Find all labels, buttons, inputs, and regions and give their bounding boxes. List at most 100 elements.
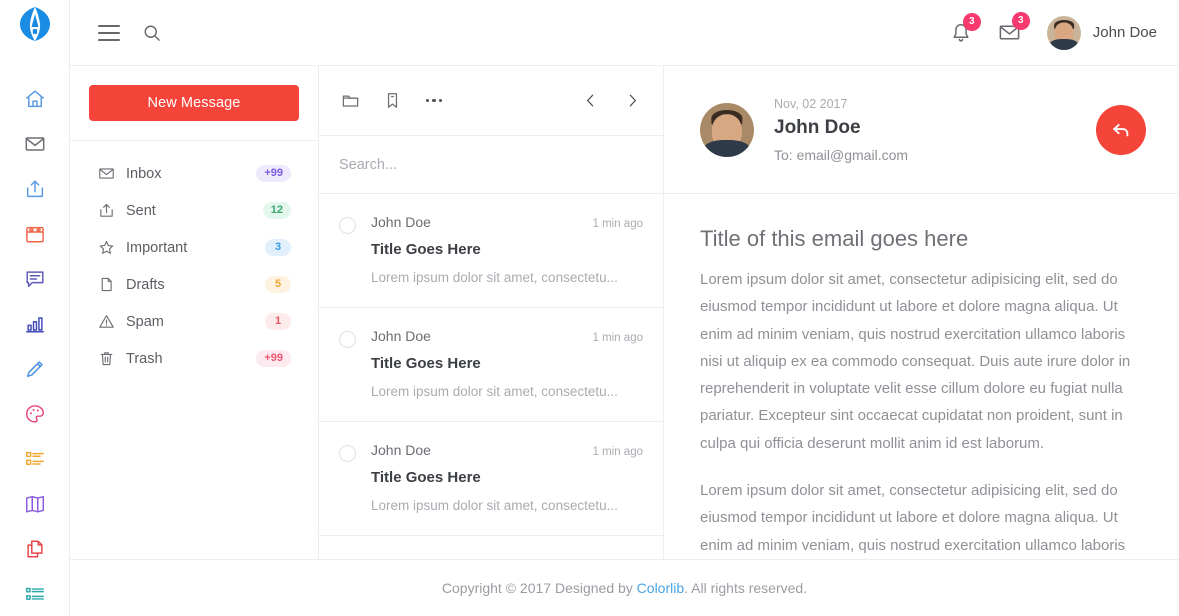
folder-badge: 3 — [265, 239, 291, 256]
toolbar-actions — [339, 90, 445, 112]
folder-badge: +99 — [256, 165, 291, 182]
folder-badge: 1 — [265, 313, 291, 330]
email-subject: Title Goes Here — [371, 241, 481, 258]
rail-item-analytics[interactable] — [0, 301, 70, 346]
email-summary: John Doe 1 min ago Title Goes Here Lorem… — [371, 328, 643, 399]
folder-label: Sent — [126, 202, 156, 219]
reader-body: Title of this email goes here Lorem ipsu… — [664, 194, 1179, 559]
search-icon[interactable] — [142, 23, 162, 43]
list-toolbar — [319, 66, 663, 136]
folder-item-trash[interactable]: Trash +99 — [70, 340, 318, 377]
header-right-controls: 3 3 John Doe — [950, 12, 1157, 50]
email-sender: John Doe — [371, 442, 431, 458]
rail-item-calendar[interactable] — [0, 211, 70, 256]
folder-item-inbox[interactable]: Inbox +99 — [70, 155, 318, 192]
rail-item-files[interactable] — [0, 526, 70, 571]
rail-item-library[interactable] — [0, 481, 70, 526]
email-preview: Lorem ipsum dolor sit amet, consectetu..… — [371, 498, 618, 513]
top-header: 3 3 John Doe — [70, 0, 1179, 66]
email-title: Title of this email goes here — [700, 226, 969, 251]
rail-item-mail[interactable] — [0, 121, 70, 166]
warning-icon — [98, 313, 126, 330]
email-meta-row: John Doe 1 min ago — [371, 328, 643, 344]
chart-bar-icon — [25, 316, 44, 333]
file-icon — [98, 276, 126, 293]
folder-label: Inbox — [126, 165, 162, 182]
reply-button[interactable] — [1096, 104, 1146, 155]
rail-item-tasks[interactable] — [0, 436, 70, 481]
email-paragraph: Lorem ipsum dolor sit amet, consectetur … — [700, 271, 1131, 452]
hamburger-icon[interactable] — [98, 24, 120, 41]
email-time: 1 min ago — [592, 218, 643, 230]
email-time: 1 min ago — [592, 332, 643, 344]
envelope-icon — [98, 165, 126, 182]
avatar — [700, 102, 754, 157]
email-select-checkbox[interactable] — [339, 445, 356, 462]
home-icon — [25, 89, 44, 107]
search-input[interactable] — [339, 156, 643, 173]
folder-badge: 5 — [265, 276, 291, 293]
email-paragraph: Lorem ipsum dolor sit amet, consectetur … — [700, 482, 1126, 554]
trash-icon — [98, 350, 126, 367]
rail-item-edit[interactable] — [0, 346, 70, 391]
notifications-badge: 3 — [962, 12, 981, 31]
rail-item-share[interactable] — [0, 166, 70, 211]
email-sender: John Doe — [371, 214, 431, 230]
email-summary: John Doe 1 min ago Title Goes Here Lorem… — [371, 214, 643, 285]
footer-prefix: Copyright © 2017 Designed by — [441, 580, 637, 596]
app-logo[interactable] — [0, 0, 69, 47]
reader-header: Nov, 02 2017 John Doe To: email@gmail.co… — [664, 66, 1179, 194]
chevron-right-icon[interactable] — [621, 90, 643, 112]
header-left-controls — [98, 23, 162, 43]
email-select-checkbox[interactable] — [339, 217, 356, 234]
comment-icon — [25, 270, 44, 287]
chevron-left-icon[interactable] — [579, 90, 601, 112]
folder-item-drafts[interactable]: Drafts 5 — [70, 266, 318, 303]
folder-label: Important — [126, 239, 188, 256]
icon-sidebar — [0, 0, 70, 616]
email-preview: Lorem ipsum dolor sit amet, consectetu..… — [371, 270, 618, 285]
rail-item-reports[interactable] — [0, 571, 70, 616]
logo-a-icon — [19, 6, 50, 41]
list-item[interactable]: John Doe 1 min ago Title Goes Here Lorem… — [319, 422, 663, 536]
notifications-button[interactable]: 3 — [950, 12, 981, 44]
messages-button[interactable]: 3 — [998, 12, 1030, 44]
folder-sidebar: New Message Inbox +99 Sent 12 Important … — [70, 66, 319, 559]
rail-item-comment[interactable] — [0, 256, 70, 301]
copy-icon — [26, 539, 43, 558]
email-sender-name: John Doe — [774, 116, 861, 138]
bookmark-icon[interactable] — [381, 90, 403, 112]
folder-icon[interactable] — [339, 90, 361, 112]
email-list: John Doe 1 min ago Title Goes Here Lorem… — [319, 194, 663, 559]
email-time: 1 min ago — [592, 446, 643, 458]
user-name: John Doe — [1092, 24, 1157, 41]
rail-item-theme[interactable] — [0, 391, 70, 436]
folder-item-spam[interactable]: Spam 1 — [70, 303, 318, 340]
rail-item-home[interactable] — [0, 76, 70, 121]
email-select-checkbox[interactable] — [339, 331, 356, 348]
rail-icon-list — [0, 47, 69, 616]
folder-item-sent[interactable]: Sent 12 — [70, 192, 318, 229]
more-dots-icon[interactable] — [423, 90, 445, 112]
email-summary: John Doe 1 min ago Title Goes Here Lorem… — [371, 442, 643, 513]
email-recipient: To: email@gmail.com — [774, 146, 909, 163]
pencil-icon — [26, 360, 43, 377]
user-menu[interactable]: John Doe — [1046, 15, 1157, 50]
email-meta-row: John Doe 1 min ago — [371, 442, 643, 458]
palette-icon — [25, 404, 44, 423]
list-ul-icon — [25, 587, 44, 600]
footer-link-colorlib[interactable]: Colorlib — [637, 580, 684, 596]
calendar-icon — [25, 226, 44, 243]
workspace: New Message Inbox +99 Sent 12 Important … — [70, 66, 1179, 559]
new-message-button[interactable]: New Message — [89, 85, 299, 121]
list-item[interactable]: John Doe 1 min ago Title Goes Here Lorem… — [319, 194, 663, 308]
search-row — [319, 136, 663, 194]
reply-icon — [1113, 123, 1129, 136]
folder-item-important[interactable]: Important 3 — [70, 229, 318, 266]
email-app: 3 3 John Doe New Message Inbox +99 Sent … — [0, 0, 1179, 616]
new-message-wrapper: New Message — [70, 66, 318, 141]
folder-badge: 12 — [262, 202, 291, 219]
reader-meta: Nov, 02 2017 John Doe To: email@gmail.co… — [774, 97, 1096, 163]
list-icon — [25, 451, 44, 465]
list-item[interactable]: John Doe 1 min ago Title Goes Here Lorem… — [319, 308, 663, 422]
